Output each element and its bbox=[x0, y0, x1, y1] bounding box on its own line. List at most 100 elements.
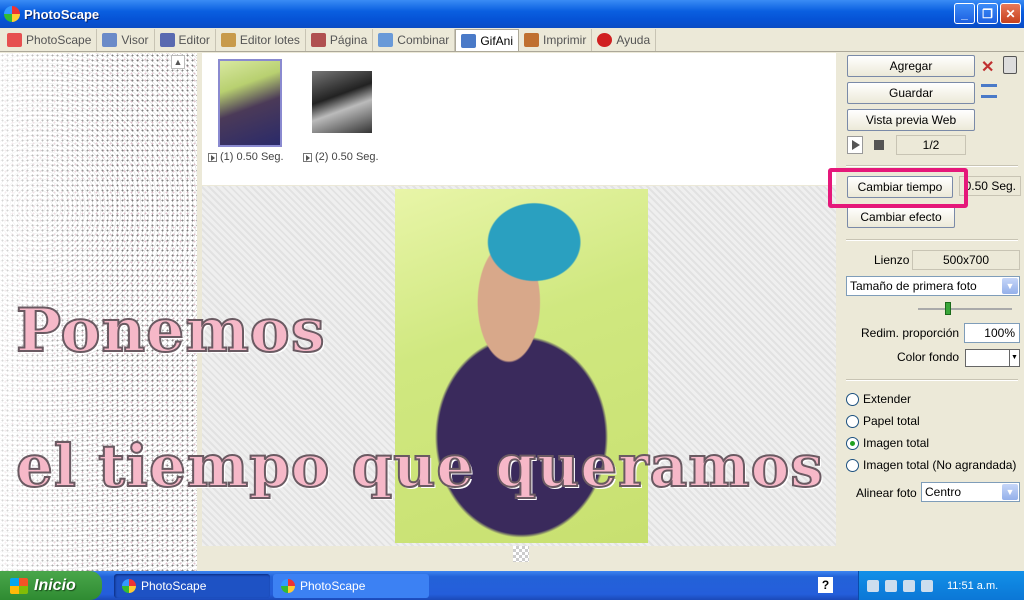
taskbar-item[interactable]: PhotoScape bbox=[273, 574, 429, 598]
chevron-down-icon[interactable]: ▼ bbox=[1002, 484, 1018, 500]
add-button[interactable]: Agregar bbox=[847, 55, 975, 77]
save-button[interactable]: Guardar bbox=[847, 82, 975, 104]
highlight-annotation bbox=[828, 168, 968, 208]
play-button[interactable] bbox=[847, 136, 863, 154]
taskbar-item-label: PhotoScape bbox=[141, 579, 207, 593]
help-icon[interactable]: ? bbox=[818, 577, 833, 593]
background-color-label: Color fondo bbox=[897, 350, 960, 364]
chevron-down-icon[interactable]: ▼ bbox=[1002, 278, 1018, 294]
start-label: Inicio bbox=[34, 576, 76, 594]
canvas-label: Lienzo bbox=[874, 253, 910, 267]
frame-caption-text: (1) 0.50 Seg. bbox=[220, 151, 284, 163]
clock: 11:51 a.m. bbox=[947, 579, 999, 592]
tab-label: GifAni bbox=[480, 33, 513, 48]
tab-label: Imprimir bbox=[543, 33, 587, 47]
minimize-button[interactable]: _ bbox=[954, 3, 975, 24]
play-icon bbox=[852, 140, 860, 150]
separator bbox=[846, 239, 1018, 241]
radio-extender[interactable]: Extender bbox=[846, 392, 911, 406]
volume-icon[interactable] bbox=[885, 579, 897, 592]
security-icon[interactable] bbox=[903, 579, 915, 592]
editor-icon bbox=[159, 33, 175, 47]
tab-imprimir[interactable]: Imprimir bbox=[519, 29, 593, 51]
radio-label: Papel total bbox=[863, 414, 920, 428]
delete-icon[interactable]: ✕ bbox=[981, 57, 994, 77]
restore-button[interactable]: ❐ bbox=[977, 3, 998, 24]
gif-settings-panel: Agregar ✕ Guardar Vista previa Web 1/2 C… bbox=[838, 53, 1024, 571]
trash-icon[interactable] bbox=[1003, 56, 1017, 74]
frame-caption[interactable]: (2) 0.50 Seg. bbox=[303, 151, 379, 163]
chevron-down-icon[interactable]: ▼ bbox=[1009, 350, 1019, 366]
taskbar-item-label: PhotoScape bbox=[300, 579, 366, 593]
canvas-size-value: 500x700 bbox=[912, 250, 1020, 270]
photoscape-icon bbox=[281, 579, 295, 593]
radio-imagen-total[interactable]: Imagen total bbox=[846, 436, 929, 450]
start-button[interactable]: Inicio bbox=[0, 571, 102, 600]
radio-imagen-total-no-agrandada[interactable]: Imagen total (No agrandada) bbox=[846, 458, 1016, 472]
align-photo-label: Alinear foto bbox=[856, 486, 917, 500]
scale-slider-track[interactable] bbox=[918, 308, 1012, 310]
resize-ratio-input[interactable]: 100% bbox=[964, 323, 1020, 343]
change-effect-button[interactable]: Cambiar efecto bbox=[847, 206, 955, 228]
tab-label: Editor lotes bbox=[239, 33, 300, 47]
resize-ratio-label: Redim. proporción bbox=[861, 326, 960, 340]
radio-button[interactable] bbox=[846, 458, 859, 472]
radio-button-checked[interactable] bbox=[846, 436, 859, 450]
tab-label: PhotoScape bbox=[26, 33, 92, 47]
radio-button[interactable] bbox=[846, 414, 859, 428]
tab-editor-lotes[interactable]: Editor lotes bbox=[216, 29, 306, 51]
play-frame-icon[interactable] bbox=[303, 152, 312, 162]
tab-label: Ayuda bbox=[616, 33, 651, 47]
battery-icon[interactable] bbox=[921, 579, 933, 592]
scroll-up-icon[interactable]: ▲ bbox=[171, 55, 185, 69]
tab-ayuda[interactable]: Ayuda bbox=[592, 29, 657, 51]
frame-strip: (1) 0.50 Seg. (2) 0.50 Seg. bbox=[202, 53, 836, 185]
tab-label: Editor bbox=[178, 33, 210, 47]
tab-label: Combinar bbox=[397, 33, 450, 47]
stop-button[interactable] bbox=[871, 136, 887, 154]
combine-icon bbox=[378, 33, 394, 47]
frame-image[interactable] bbox=[312, 71, 372, 133]
tab-pagina[interactable]: Página bbox=[306, 29, 374, 51]
window-title: PhotoScape bbox=[24, 6, 100, 22]
tab-editor[interactable]: Editor bbox=[155, 29, 216, 51]
radio-label: Extender bbox=[863, 392, 912, 406]
align-photo-selected: Centro bbox=[925, 485, 962, 499]
tab-label: Visor bbox=[121, 33, 149, 47]
overlay-title-line2: el tiempo que queramos bbox=[15, 431, 824, 501]
transparency-icon bbox=[513, 546, 529, 562]
frame-image[interactable] bbox=[218, 59, 282, 147]
network-icon[interactable] bbox=[867, 579, 879, 592]
tab-combinar[interactable]: Combinar bbox=[373, 29, 456, 51]
title-bar: PhotoScape _ ❐ ✕ bbox=[0, 0, 1024, 28]
canvas-size-select[interactable]: Tamaño de primera foto ▼ bbox=[846, 276, 1020, 296]
close-button[interactable]: ✕ bbox=[1000, 3, 1021, 24]
photoscape-icon bbox=[122, 579, 136, 593]
frame-caption-text: (2) 0.50 Seg. bbox=[315, 151, 379, 163]
print-icon bbox=[524, 33, 539, 47]
tab-label: Página bbox=[329, 33, 368, 47]
list-icon[interactable] bbox=[981, 84, 997, 98]
radio-label: Imagen total (No agrandada) bbox=[863, 458, 1017, 472]
viewer-icon bbox=[102, 33, 118, 47]
radio-papel-total[interactable]: Papel total bbox=[846, 414, 920, 428]
frame-caption[interactable]: (1) 0.50 Seg. bbox=[208, 151, 284, 163]
canvas-size-selected: Tamaño de primera foto bbox=[850, 279, 977, 293]
photoscape-app-icon bbox=[4, 6, 20, 22]
tab-visor[interactable]: Visor bbox=[97, 29, 155, 51]
windows-logo-icon bbox=[10, 577, 28, 594]
scale-slider-thumb[interactable] bbox=[945, 302, 951, 315]
gifani-icon bbox=[461, 33, 477, 48]
batch-editor-icon bbox=[220, 33, 236, 47]
tab-photoscape[interactable]: PhotoScape bbox=[2, 29, 98, 51]
page-icon bbox=[310, 33, 326, 47]
frame-counter: 1/2 bbox=[896, 135, 966, 155]
web-preview-button[interactable]: Vista previa Web bbox=[847, 109, 975, 131]
play-frame-icon[interactable] bbox=[208, 152, 217, 162]
separator bbox=[846, 379, 1018, 381]
tab-gifani[interactable]: GifAni bbox=[455, 29, 519, 51]
background-color-picker[interactable]: ▼ bbox=[965, 349, 1020, 367]
taskbar-item[interactable]: PhotoScape bbox=[114, 574, 270, 598]
align-photo-select[interactable]: Centro ▼ bbox=[921, 482, 1020, 502]
radio-button[interactable] bbox=[846, 392, 859, 406]
